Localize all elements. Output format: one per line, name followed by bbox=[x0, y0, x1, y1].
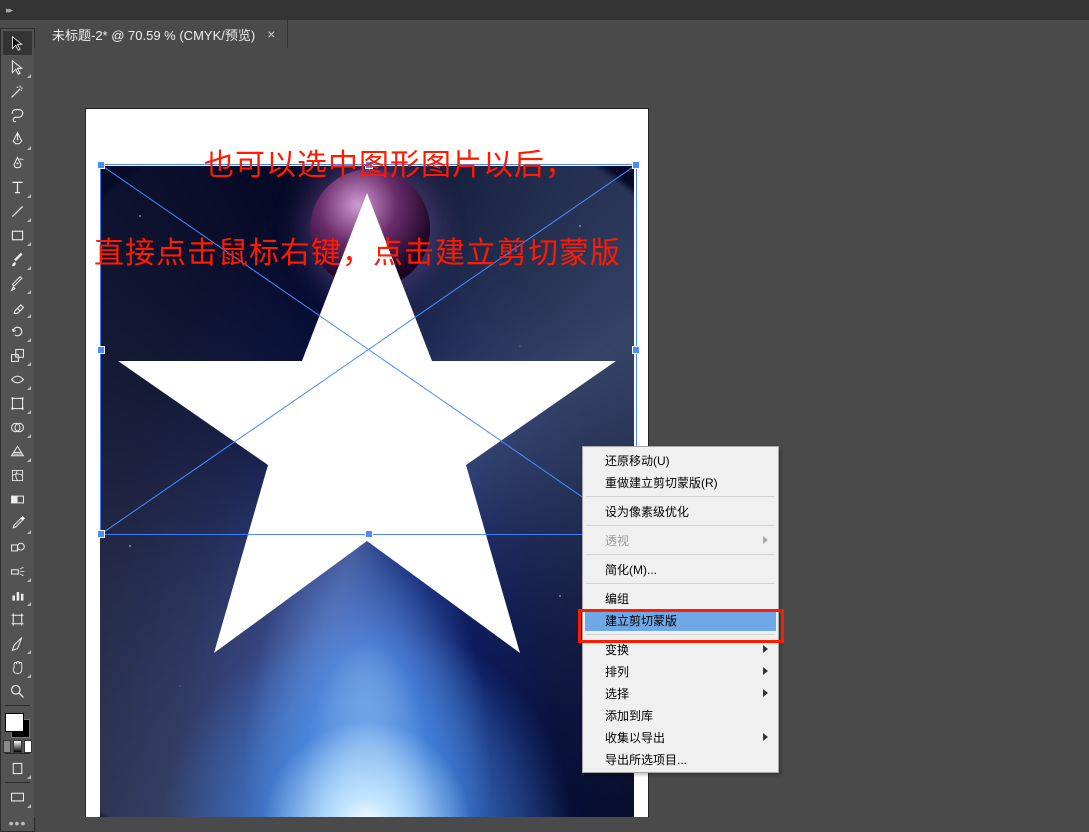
gradient-tool[interactable] bbox=[3, 487, 32, 511]
shape-builder-tool[interactable] bbox=[3, 415, 32, 439]
close-tab-icon[interactable]: × bbox=[267, 26, 275, 42]
lasso-tool[interactable] bbox=[3, 103, 32, 127]
menu-undo-move[interactable]: 还原移动(U) bbox=[585, 449, 776, 471]
color-mode-solid[interactable] bbox=[3, 740, 11, 753]
slice-tool[interactable] bbox=[3, 631, 32, 655]
menu-simplify[interactable]: 简化(M)... bbox=[585, 558, 776, 580]
menu-export-selection[interactable]: 导出所选项目... bbox=[585, 748, 776, 770]
shaper-tool[interactable] bbox=[3, 271, 32, 295]
color-mode-none[interactable] bbox=[24, 740, 32, 753]
context-menu: 还原移动(U) 重做建立剪切蒙版(R) 设为像素级优化 透视 简化(M)... … bbox=[582, 446, 779, 773]
mesh-tool[interactable] bbox=[3, 463, 32, 487]
fill-color-swatch[interactable] bbox=[5, 713, 24, 732]
menu-add-to-library[interactable]: 添加到库 bbox=[585, 704, 776, 726]
color-mode-row bbox=[3, 740, 32, 751]
document-tab[interactable]: 未标题-2* @ 70.59 % (CMYK/预览) × bbox=[40, 20, 288, 48]
eyedropper-tool[interactable] bbox=[3, 511, 32, 535]
selection-tool[interactable] bbox=[3, 31, 32, 55]
menu-transform[interactable]: 变换 bbox=[585, 638, 776, 660]
column-graph-tool[interactable] bbox=[3, 583, 32, 607]
menu-arrange[interactable]: 排列 bbox=[585, 660, 776, 682]
menu-group[interactable]: 编组 bbox=[585, 587, 776, 609]
fill-stroke-swatch[interactable] bbox=[3, 711, 32, 740]
type-tool[interactable] bbox=[3, 175, 32, 199]
toolbox: ••• bbox=[0, 28, 35, 832]
menu-perspective: 透视 bbox=[585, 529, 776, 551]
zoom-tool[interactable] bbox=[3, 679, 32, 703]
document-tab-title: 未标题-2* @ 70.59 % (CMYK/预览) bbox=[52, 25, 255, 44]
eraser-tool[interactable] bbox=[3, 295, 32, 319]
magic-wand-tool[interactable] bbox=[3, 79, 32, 103]
draw-mode[interactable] bbox=[3, 756, 32, 780]
document-tab-strip: 未标题-2* @ 70.59 % (CMYK/预览) × bbox=[0, 20, 1089, 49]
screen-mode[interactable] bbox=[3, 785, 32, 809]
rotate-tool[interactable] bbox=[3, 319, 32, 343]
expand-panels-icon[interactable]: ▸▸ bbox=[6, 5, 20, 16]
scale-tool[interactable] bbox=[3, 343, 32, 367]
width-tool[interactable] bbox=[3, 367, 32, 391]
line-segment-tool[interactable] bbox=[3, 199, 32, 223]
edit-toolbar-button[interactable]: ••• bbox=[9, 815, 27, 831]
curvature-tool[interactable] bbox=[3, 151, 32, 175]
annotation-line-2: 直接点击鼠标右键，点击建立剪切蒙版 bbox=[94, 228, 621, 272]
pen-tool[interactable] bbox=[3, 127, 32, 151]
perspective-grid-tool[interactable] bbox=[3, 439, 32, 463]
direct-selection-tool[interactable] bbox=[3, 55, 32, 79]
paintbrush-tool[interactable] bbox=[3, 247, 32, 271]
color-mode-gradient[interactable] bbox=[13, 740, 21, 753]
symbol-sprayer-tool[interactable] bbox=[3, 559, 32, 583]
menu-redo-make-clipping-mask[interactable]: 重做建立剪切蒙版(R) bbox=[585, 471, 776, 493]
blend-tool[interactable] bbox=[3, 535, 32, 559]
annotation-line-1: 也可以选中图形图片以后， bbox=[204, 140, 576, 184]
app-topbar: ▸▸ bbox=[0, 0, 1089, 20]
artboard-tool[interactable] bbox=[3, 607, 32, 631]
hand-tool[interactable] bbox=[3, 655, 32, 679]
rectangle-tool[interactable] bbox=[3, 223, 32, 247]
menu-make-clipping-mask[interactable]: 建立剪切蒙版 bbox=[585, 609, 776, 631]
menu-select[interactable]: 选择 bbox=[585, 682, 776, 704]
canvas-area[interactable]: 也可以选中图形图片以后， 直接点击鼠标右键，点击建立剪切蒙版 还原移动(U) 重… bbox=[34, 48, 1089, 817]
menu-make-pixel-perfect[interactable]: 设为像素级优化 bbox=[585, 500, 776, 522]
menu-collect-for-export[interactable]: 收集以导出 bbox=[585, 726, 776, 748]
free-transform-tool[interactable] bbox=[3, 391, 32, 415]
